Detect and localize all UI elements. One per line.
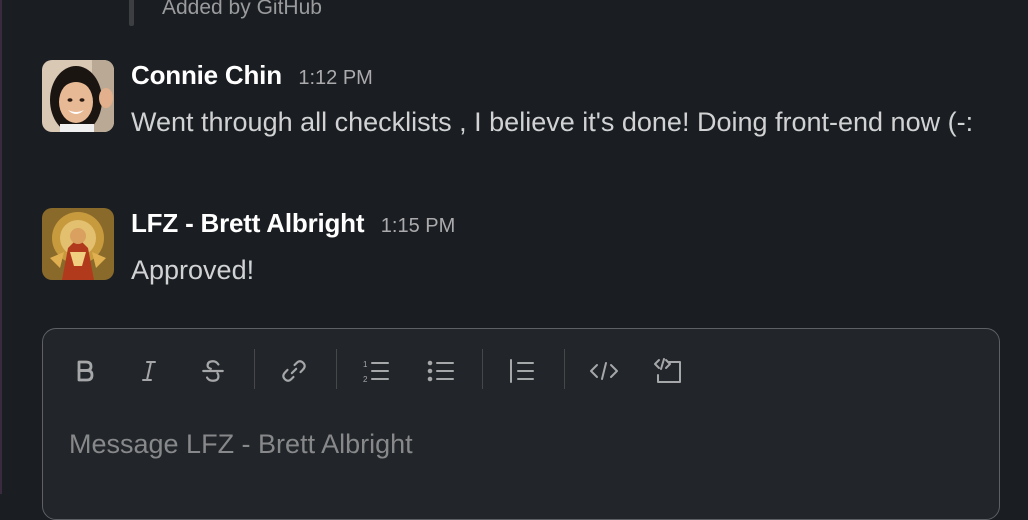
message-composer: 1 2 Message LFZ - Brett Albright: [42, 328, 1000, 520]
bulleted-list-icon[interactable]: [421, 351, 461, 391]
timestamp[interactable]: 1:15 PM: [381, 215, 455, 237]
formatting-toolbar: 1 2: [43, 329, 999, 411]
bold-icon[interactable]: [65, 351, 105, 391]
message-header: LFZ - Brett Albright 1:15 PM: [131, 208, 455, 239]
code-icon[interactable]: [584, 351, 624, 391]
author-name[interactable]: LFZ - Brett Albright: [131, 208, 365, 238]
avatar[interactable]: [42, 208, 114, 280]
link-icon[interactable]: [274, 351, 314, 391]
toolbar-divider: [254, 349, 255, 389]
message-header: Connie Chin 1:12 PM: [131, 60, 373, 91]
toolbar-divider: [564, 349, 565, 389]
message-text: Went through all checklists , I believe …: [131, 107, 974, 137]
author-name[interactable]: Connie Chin: [131, 60, 282, 90]
attachment-caption: Added by GitHub: [162, 0, 322, 19]
sidebar-edge: [0, 0, 2, 494]
ordered-list-icon[interactable]: 1 2: [356, 351, 396, 391]
message-input[interactable]: Message LFZ - Brett Albright: [69, 429, 413, 460]
italic-icon[interactable]: [129, 351, 169, 391]
strikethrough-icon[interactable]: [193, 351, 233, 391]
svg-text:2: 2: [363, 375, 368, 384]
attachment-bar: [129, 0, 134, 26]
avatar[interactable]: [42, 60, 114, 132]
message-text: Approved!: [131, 255, 255, 285]
toolbar-divider: [336, 349, 337, 389]
timestamp[interactable]: 1:12 PM: [298, 67, 372, 89]
toolbar-divider: [482, 349, 483, 389]
blockquote-icon[interactable]: [502, 351, 542, 391]
svg-text:1: 1: [363, 360, 368, 369]
code-block-icon[interactable]: [648, 351, 688, 391]
